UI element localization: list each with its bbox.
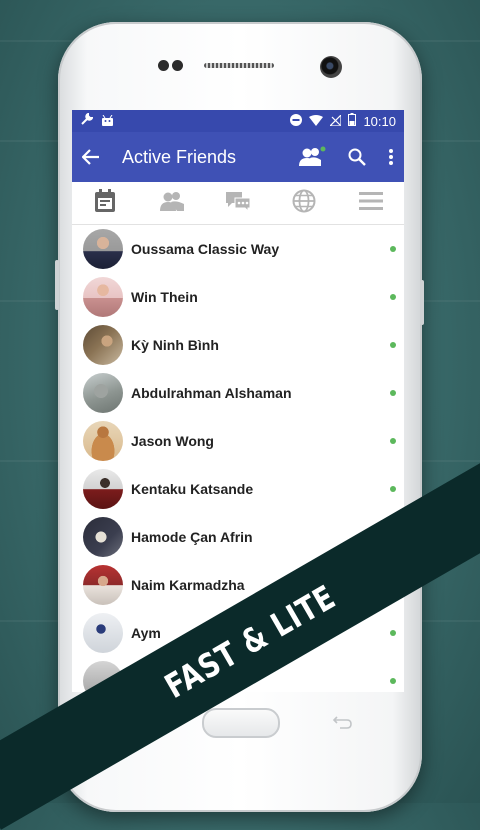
tab-friends[interactable] (152, 187, 192, 219)
online-status-dot (390, 486, 396, 492)
avatar (83, 517, 123, 557)
avatar (83, 229, 123, 269)
online-status-dot (390, 390, 396, 396)
tab-bar (72, 182, 404, 225)
list-item[interactable]: Kentaku Katsande (72, 465, 404, 513)
avatar (83, 565, 123, 605)
sensor-dot (172, 60, 183, 71)
wifi-icon (309, 114, 324, 129)
android-icon (101, 114, 114, 129)
sensor-dot (158, 60, 169, 71)
friend-name: Hamode Çan Afrin (131, 529, 253, 545)
no-signal-icon (329, 113, 343, 129)
list-item[interactable]: Oussama Classic Way (72, 225, 404, 273)
tab-globe[interactable] (284, 187, 324, 219)
friend-name: Naim Karmadzha (131, 577, 245, 593)
wrench-icon (80, 112, 94, 129)
friend-name: Win Thein (131, 289, 198, 305)
app-toolbar: Active Friends (72, 132, 404, 182)
power-button (420, 280, 424, 325)
more-options-icon[interactable] (388, 148, 394, 166)
list-item[interactable]: Kỳ Ninh Bình (72, 321, 404, 369)
friends-online-icon[interactable] (298, 146, 326, 168)
globe-icon (292, 189, 316, 218)
friend-name: Aym (131, 625, 161, 641)
list-item[interactable]: Abdulrahman Alshaman (72, 369, 404, 417)
avatar (83, 373, 123, 413)
avatar (83, 613, 123, 653)
avatar (83, 469, 123, 509)
list-item[interactable]: Win Thein (72, 273, 404, 321)
friend-name: Jason Wong (131, 433, 214, 449)
page-title: Active Friends (122, 146, 237, 167)
online-status-dot (390, 630, 396, 636)
friend-name: Kentaku Katsande (131, 481, 254, 497)
tab-messages[interactable] (218, 187, 258, 219)
do-not-disturb-icon (290, 113, 303, 129)
status-bar: 10:10 (72, 110, 404, 132)
friend-name: Oussama Classic Way (131, 241, 280, 257)
chat-icon (224, 190, 252, 217)
tab-calendar[interactable] (85, 187, 125, 219)
calendar-icon (94, 188, 116, 218)
front-camera (320, 56, 342, 78)
home-button[interactable] (202, 708, 280, 738)
back-key-icon[interactable] (332, 716, 352, 735)
online-status-dot (390, 294, 396, 300)
list-item[interactable]: Jason Wong (72, 417, 404, 465)
search-icon[interactable] (348, 148, 366, 166)
avatar (83, 277, 123, 317)
avatar (83, 421, 123, 461)
online-status-dot (390, 438, 396, 444)
online-status-dot (390, 342, 396, 348)
clock-time: 10:10 (363, 113, 396, 129)
back-arrow-icon[interactable] (82, 149, 100, 165)
menu-icon (358, 191, 383, 216)
earpiece-speaker (204, 63, 274, 68)
battery-icon (348, 113, 357, 129)
online-status-dot (390, 678, 396, 684)
volume-button (55, 260, 59, 310)
tab-menu[interactable] (351, 187, 391, 219)
friend-name: Abdulrahman Alshaman (131, 385, 292, 401)
online-status-dot (390, 246, 396, 252)
avatar (83, 325, 123, 365)
friends-icon (159, 191, 185, 216)
friend-name: Kỳ Ninh Bình (131, 337, 219, 353)
